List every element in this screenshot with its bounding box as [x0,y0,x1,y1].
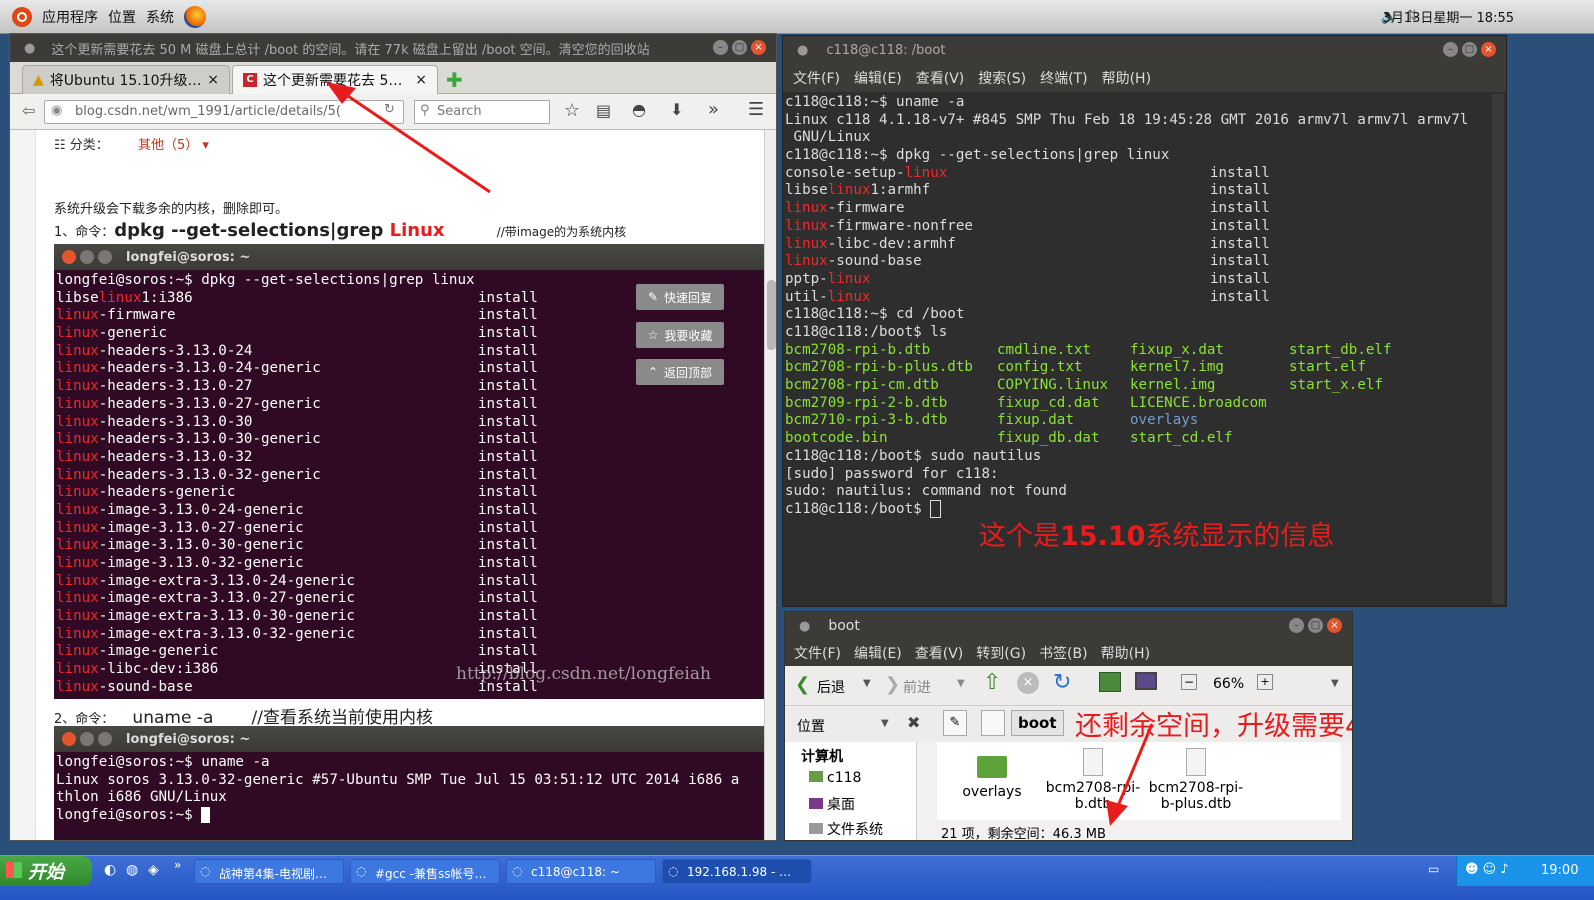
quicklaunch-tool-icon[interactable]: ◈ [148,862,159,878]
system-tray: ☻ ☺ ♪ 19:00 [1456,856,1594,886]
quicklaunch-expand-icon[interactable]: » [174,858,181,872]
tray-network-icon[interactable]: ▭ [1428,862,1439,876]
windows-logo-icon [6,862,22,878]
arrow-to-status [1116,723,1154,807]
taskbar-item-video[interactable]: ◌ 战神第4集-电视剧… [194,859,344,884]
app-icon: ◌ [668,864,679,878]
quicklaunch-ie-icon[interactable]: ◐ [104,862,116,878]
arrow-head-tab [326,82,356,104]
taskbar-item-gcc[interactable]: ◌ #gcc -兼售ss帐号… [350,859,500,884]
annotation-arrows [326,82,1154,826]
app-icon: ◌ [512,864,523,878]
taskbar-item-vnc[interactable]: ◌ 192.168.1.98 - … [662,859,812,884]
tray-icons[interactable]: ☻ ☺ ♪ [1465,862,1509,877]
quicklaunch-browser-icon[interactable]: ◍ [126,862,138,878]
taskbar-clock[interactable]: 19:00 [1541,863,1578,878]
start-button[interactable]: 开始 [0,856,92,886]
app-icon: ◌ [200,864,211,878]
taskbar-item-terminal[interactable]: ◌ c118@c118: ~ [506,859,656,884]
windows-taskbar: 开始 ◐ ◍ ◈ » ◌ 战神第4集-电视剧… ◌ #gcc -兼售ss帐号… ◌ c… [0,855,1594,900]
arrow-head-status [1106,800,1128,826]
arrow-to-tab [344,92,491,194]
app-icon: ◌ [356,864,367,878]
